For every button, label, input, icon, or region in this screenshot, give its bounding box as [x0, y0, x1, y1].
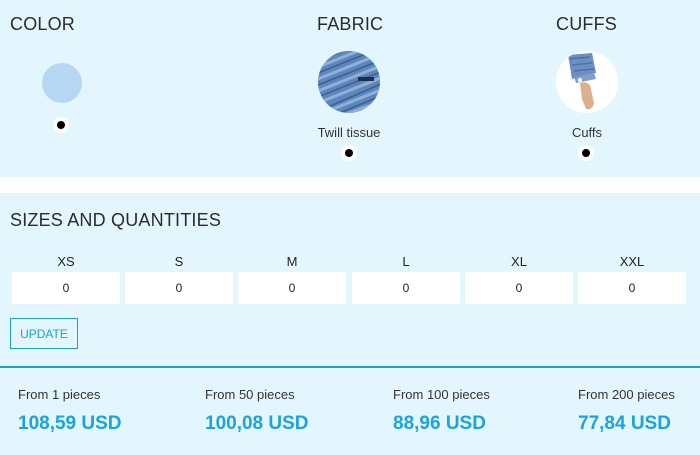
price-tiers-panel: From 1 pieces 108,59 USD From 50 pieces … — [0, 366, 700, 455]
qty-input-xxl[interactable]: 0 — [578, 272, 686, 304]
price-tier-value: 77,84 USD — [578, 413, 671, 434]
color-radio[interactable] — [53, 117, 69, 133]
update-button[interactable]: UPDATE — [10, 318, 78, 349]
size-label-xxl: XXL — [619, 254, 645, 269]
price-tier-label: From 1 pieces — [18, 387, 101, 402]
fabric-heading: FABRIC — [317, 14, 384, 34]
qty-input-xs[interactable]: 0 — [12, 272, 120, 304]
fabric-radio[interactable] — [341, 145, 357, 161]
qty-input-l[interactable]: 0 — [352, 272, 460, 304]
color-heading: COLOR — [10, 14, 76, 34]
qty-input-s[interactable]: 0 — [125, 272, 233, 304]
size-label-m: M — [286, 254, 298, 269]
cuffs-image[interactable] — [556, 51, 618, 113]
price-tier-label: From 50 pieces — [205, 387, 295, 402]
size-label-xl: XL — [511, 254, 527, 269]
qty-input-m[interactable]: 0 — [238, 272, 346, 304]
price-tier-label: From 100 pieces — [393, 387, 490, 402]
price-tier-value: 108,59 USD — [18, 413, 122, 434]
cuffs-caption: Cuffs — [571, 125, 603, 140]
fabric-image[interactable] — [318, 51, 380, 113]
price-tier-value: 88,96 USD — [393, 413, 486, 434]
twill-fabric-icon — [318, 51, 380, 113]
size-label-xs: XS — [57, 254, 75, 269]
sizes-panel: SIZES AND QUANTITIES XS S M L XL XXL 0 0… — [0, 193, 700, 366]
cuff-icon — [556, 51, 618, 113]
sizes-heading: SIZES AND QUANTITIES — [10, 210, 222, 230]
cuffs-heading: CUFFS — [556, 14, 617, 34]
price-tier-value: 100,08 USD — [205, 413, 309, 434]
price-tier-label: From 200 pieces — [578, 387, 675, 402]
qty-input-xl[interactable]: 0 — [465, 272, 573, 304]
product-options-panel: COLOR FABRIC Twill tissue CUFFS Cuffs — [0, 0, 700, 177]
cuffs-radio[interactable] — [578, 145, 594, 161]
size-label-l: L — [402, 254, 410, 269]
color-swatch[interactable] — [42, 63, 82, 103]
fabric-caption: Twill tissue — [317, 125, 381, 140]
size-label-s: S — [174, 254, 184, 269]
